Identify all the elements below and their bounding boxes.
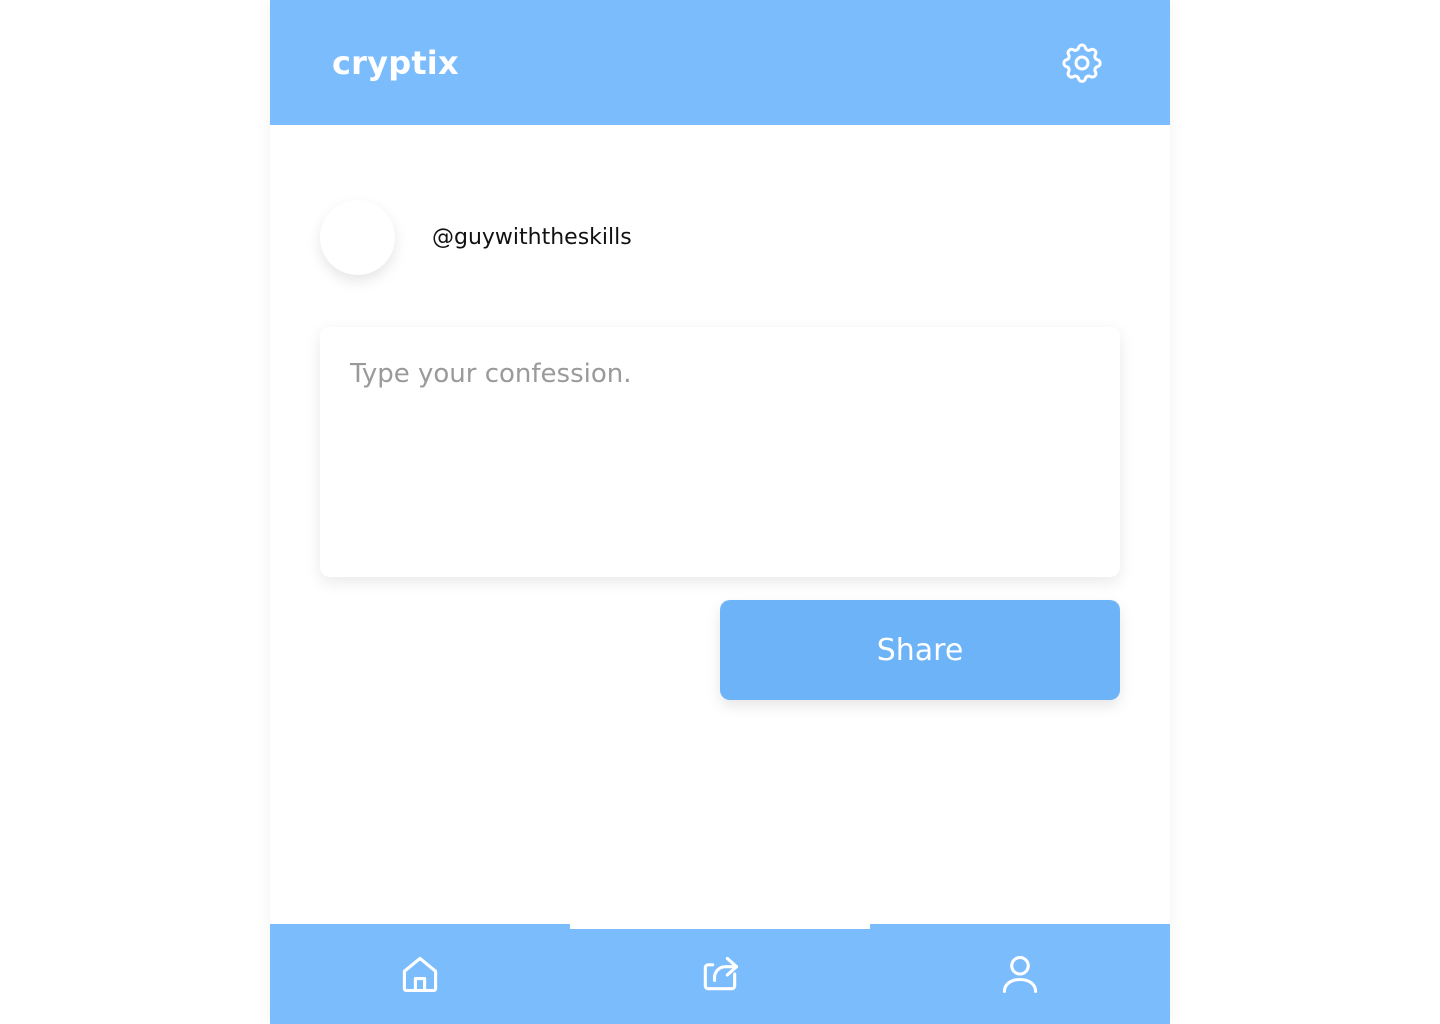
user-icon <box>1002 955 1038 993</box>
nav-item-home[interactable] <box>270 924 570 1024</box>
share-icon <box>703 956 739 991</box>
nav-item-profile[interactable] <box>870 924 1170 1024</box>
confession-card <box>320 327 1120 577</box>
home-icon <box>402 956 438 993</box>
gear-icon[interactable] <box>1058 39 1106 87</box>
share-button[interactable]: Share <box>720 600 1120 700</box>
nav-item-share[interactable] <box>570 924 870 1024</box>
avatar[interactable] <box>320 200 395 275</box>
header-bar: cryptix <box>270 0 1170 125</box>
app-window: cryptix @guywiththeskills Share <box>270 0 1170 1024</box>
bottom-nav <box>270 924 1170 1024</box>
app-logo: cryptix <box>332 44 459 82</box>
confession-input[interactable] <box>320 327 1120 577</box>
username-label: @guywiththeskills <box>432 225 632 250</box>
